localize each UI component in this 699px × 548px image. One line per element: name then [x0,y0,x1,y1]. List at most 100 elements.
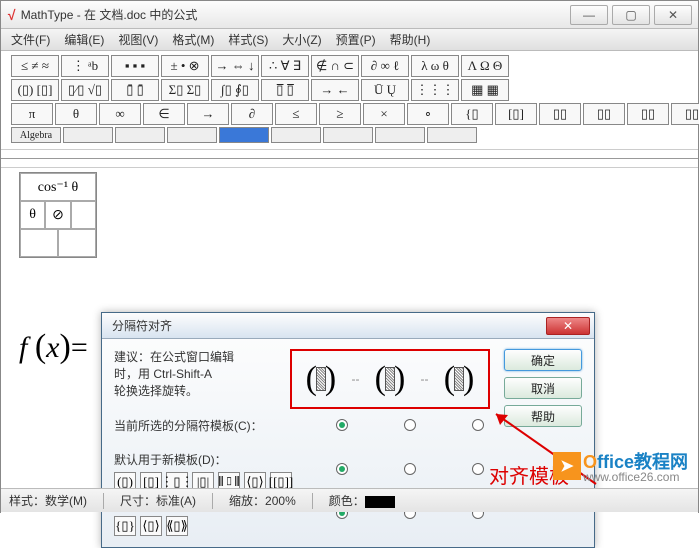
maximize-button[interactable]: ▢ [612,5,650,25]
toolbar-tab[interactable] [427,127,477,143]
fx-f: f [19,331,27,364]
toolbar-cell[interactable]: ∞ [99,103,141,125]
dialog-hint: 建议：在公式窗口编辑 时，用 Ctrl-Shift-A 轮换选择旋转。 [114,349,284,399]
palette-cell[interactable]: ⊘ [45,201,70,229]
toolbar-cell[interactable]: ⋮⋮⋮ [411,79,459,101]
toolbar-cell[interactable]: Σ▯ Σ▯ [161,79,209,101]
toolbar-tab[interactable] [323,127,373,143]
palette-cell[interactable] [71,201,96,229]
toolbar-cell[interactable]: ∂ ∞ ℓ [361,55,409,77]
toolbar-cell[interactable]: ▯⁄▯ √▯ [61,79,109,101]
window-title: MathType - 在 文档.doc 中的公式 [21,6,570,23]
watermark: ➤ Office教程网 www.office26.com [553,448,688,484]
toolbar-cell[interactable]: (▯) [▯] [11,79,59,101]
side-palette: cos⁻¹ θ θ ⊘ [19,172,97,258]
palette-cell[interactable]: θ [20,201,45,229]
wm-o: O [583,452,597,472]
palette-cell[interactable] [58,229,96,257]
preview-bot: () [444,360,475,398]
status-color-swatch[interactable] [365,496,395,508]
toolbar-cell[interactable]: ∈ [143,103,185,125]
radio-d-3[interactable] [472,463,484,475]
toolbar-tab[interactable] [271,127,321,143]
toolbar-cell[interactable]: → [187,103,229,125]
toolbar-cell[interactable]: Λ Ω Θ [461,55,509,77]
toolbar-tab[interactable] [375,127,425,143]
toolbar-tab[interactable]: Algebra [11,127,61,143]
menu-format[interactable]: 格式(M) [166,29,220,50]
toolbar-cell[interactable]: ∴ ∀ ∃ [261,55,309,77]
close-button[interactable]: ✕ [654,5,692,25]
toolbar-cell[interactable]: ▦ ▦ [461,79,509,101]
toolbar-cell[interactable]: → ⇔ ↓ [211,55,259,77]
status-zoom-label: 缩放： [229,494,265,508]
template-option[interactable]: ⟪▯⟫ [166,516,188,536]
toolbar-cell[interactable]: ≥ [319,103,361,125]
app-icon: √ [7,7,15,23]
template-option[interactable]: ⟨▯⟩ [140,516,162,536]
preview-top: () [306,360,337,398]
menubar: 文件(F) 编辑(E) 视图(V) 格式(M) 样式(S) 大小(Z) 预置(P… [1,29,698,51]
status-zoom-value[interactable]: 200% [265,494,296,508]
status-style-value[interactable]: 数学(M) [45,494,87,508]
radio-current-3[interactable] [472,419,484,431]
status-size-label: 尺寸： [120,494,156,508]
status-size-value[interactable]: 标准(A) [156,494,196,508]
fx-x: x [46,331,59,364]
toolbar-cell[interactable]: ∉ ∩ ⊂ [311,55,359,77]
toolbar-cell[interactable]: Ū Ų [361,79,409,101]
toolbar-tab[interactable] [167,127,217,143]
toolbar-cell[interactable]: [▯] [495,103,537,125]
toolbar-cell[interactable]: λ ω θ [411,55,459,77]
menu-file[interactable]: 文件(F) [5,29,56,50]
toolbar-cell[interactable]: ▯▯ [627,103,669,125]
minimize-button[interactable]: — [570,5,608,25]
dash-icon: -- [421,372,429,386]
window-titlebar: √ MathType - 在 文档.doc 中的公式 — ▢ ✕ [1,1,698,29]
toolbar-cell[interactable]: ▯̅ ▯̅ [261,79,309,101]
template-option[interactable]: {▯} [114,516,136,536]
toolbar-cell[interactable]: × [363,103,405,125]
toolbar-cell[interactable]: ≤ [275,103,317,125]
toolbar-cell[interactable]: → ← [311,79,359,101]
toolbar-cell[interactable]: ± • ⊗ [161,55,209,77]
radio-current-2[interactable] [404,419,416,431]
toolbar-cell[interactable]: ∫▯ ∮▯ [211,79,259,101]
toolbar-cell[interactable]: {▯ [451,103,493,125]
toolbar-tab[interactable] [63,127,113,143]
menu-style[interactable]: 样式(S) [222,29,274,50]
toolbar-tab[interactable] [115,127,165,143]
toolbar-cell[interactable]: π [11,103,53,125]
menu-edit[interactable]: 编辑(E) [58,29,110,50]
menu-help[interactable]: 帮助(H) [384,29,437,50]
menu-presets[interactable]: 预置(P) [330,29,382,50]
radio-current-1[interactable] [336,419,348,431]
toolbar-cell[interactable]: ⋮ ᵃb [61,55,109,77]
toolbar-cell[interactable]: ▪ ▪ ▪ [111,55,159,77]
toolbar: ≤ ≠ ≈⋮ ᵃb▪ ▪ ▪± • ⊗→ ⇔ ↓∴ ∀ ∃∉ ∩ ⊂∂ ∞ ℓλ… [1,51,698,150]
toolbar-tab[interactable] [219,127,269,143]
equation-display[interactable]: f (x)= [19,328,88,366]
menu-size[interactable]: 大小(Z) [276,29,327,50]
dialog-titlebar[interactable]: 分隔符对齐 ✕ [102,313,594,339]
toolbar-cell[interactable]: ▯▯ [539,103,581,125]
toolbar-cell[interactable]: ▯̄ ▯̄ [111,79,159,101]
cancel-button[interactable]: 取消 [504,377,582,399]
toolbar-cell[interactable]: ≤ ≠ ≈ [11,55,59,77]
hint-line: 时，用 Ctrl-Shift-A [114,366,284,383]
toolbar-cell[interactable]: θ [55,103,97,125]
radio-d-1[interactable] [336,463,348,475]
toolbar-cell[interactable]: ∂ [231,103,273,125]
ruler[interactable] [1,150,698,168]
menu-view[interactable]: 视图(V) [112,29,164,50]
status-style-label: 样式： [9,494,45,508]
toolbar-cell[interactable]: ▯▯ [671,103,699,125]
preview-mid: () [375,360,406,398]
ok-button[interactable]: 确定 [504,349,582,371]
palette-cell[interactable] [20,229,58,257]
dialog-close-button[interactable]: ✕ [546,317,590,335]
toolbar-cell[interactable]: ▯▯ [583,103,625,125]
toolbar-cell[interactable]: ∘ [407,103,449,125]
palette-cell[interactable]: cos⁻¹ θ [20,173,96,201]
radio-d-2[interactable] [404,463,416,475]
